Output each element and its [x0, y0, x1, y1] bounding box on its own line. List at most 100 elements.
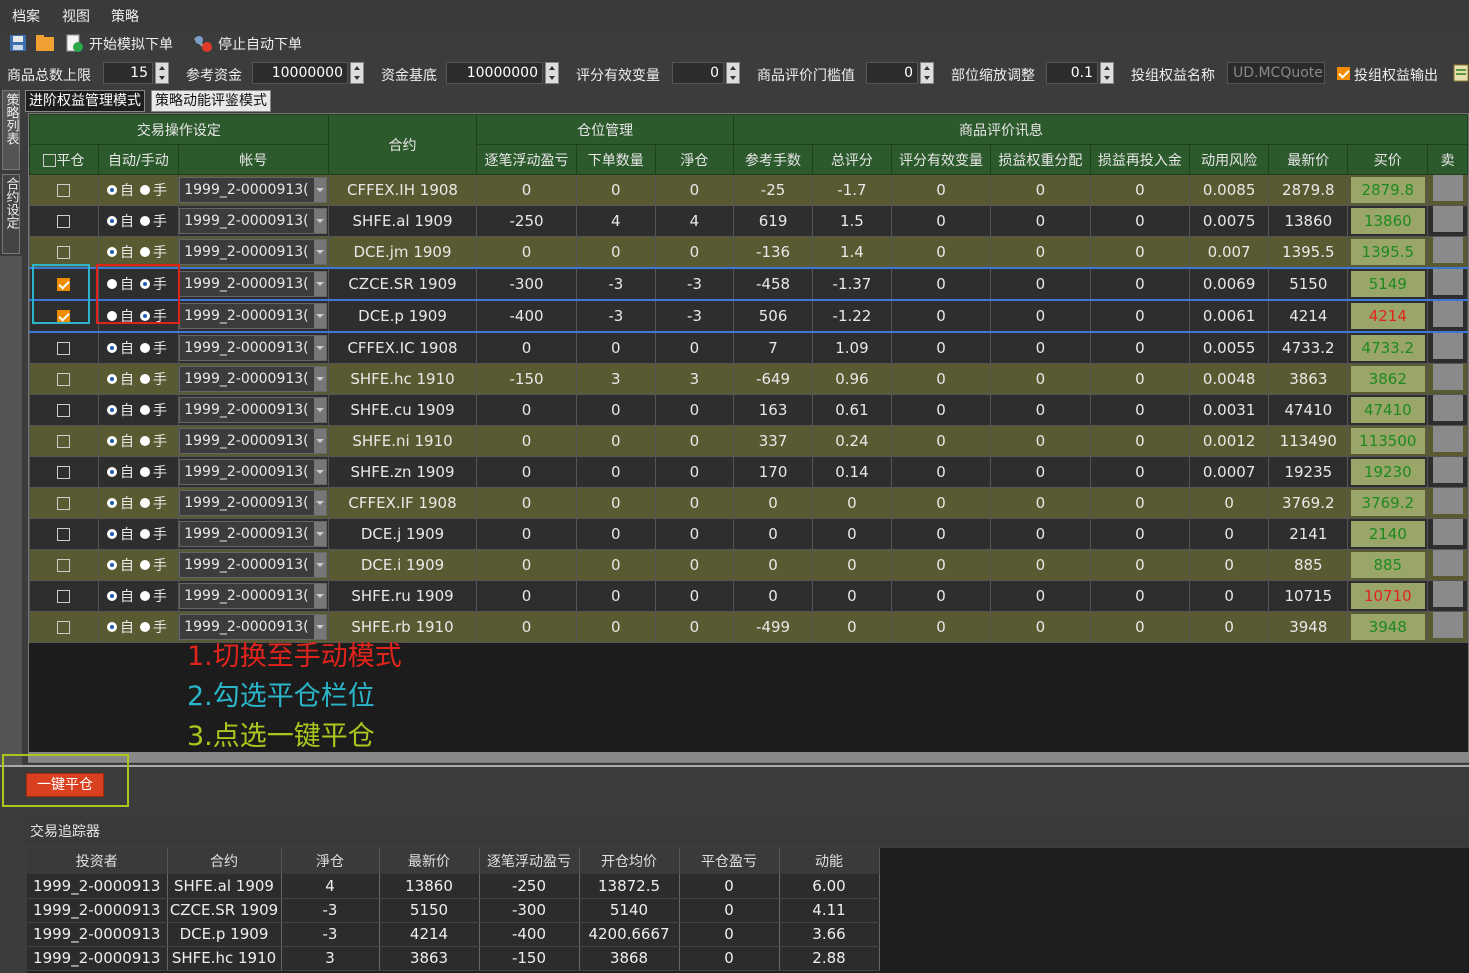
manual-radio[interactable]: [139, 529, 150, 539]
export-icon[interactable]: [1453, 64, 1469, 82]
order-qty-cell[interactable]: 0: [575, 487, 656, 519]
close-all-button[interactable]: 一键平仓: [26, 773, 104, 797]
bid-button[interactable]: 5149: [1350, 271, 1425, 297]
bid-button[interactable]: 3948: [1350, 614, 1425, 640]
menu-strategy[interactable]: 策略: [111, 6, 139, 26]
ref-lots-header[interactable]: 参考手数: [732, 144, 814, 175]
ask-button[interactable]: [1432, 302, 1463, 327]
grid-row[interactable]: 自手 1999_2-0000913(SHFE.zn 1909 0 0 0 170 0.14 0…: [29, 456, 1468, 488]
close-checkbox[interactable]: [57, 215, 71, 228]
close-checkbox[interactable]: [57, 621, 71, 634]
account-dropdown[interactable]: 1999_2-0000913(: [179, 335, 328, 361]
manual-radio[interactable]: [139, 467, 150, 477]
tracker-header[interactable]: 合约: [167, 848, 282, 874]
chevron-down-icon[interactable]: [314, 240, 327, 264]
chevron-down-icon[interactable]: [314, 272, 327, 296]
grid-row[interactable]: 自手 1999_2-0000913(SHFE.hc 1910 -150 3 3 -649 0…: [29, 363, 1468, 395]
close-checkbox[interactable]: [57, 373, 71, 386]
order-qty-header[interactable]: 下单数量: [575, 144, 656, 175]
ask-button[interactable]: [1432, 270, 1463, 295]
bid-button[interactable]: 113500: [1350, 428, 1425, 454]
close-checkbox[interactable]: [57, 246, 71, 259]
grid-row[interactable]: 自手 1999_2-0000913(SHFE.al 1909 -250 4 4 619 1.…: [29, 205, 1468, 237]
manual-radio[interactable]: [139, 216, 150, 226]
auto-radio[interactable]: [106, 622, 117, 632]
ask-button[interactable]: [1432, 612, 1463, 638]
strategy-list-tab[interactable]: 策略列表: [2, 90, 20, 170]
ask-button[interactable]: [1432, 333, 1463, 359]
chevron-down-icon[interactable]: [314, 460, 327, 484]
order-qty-cell[interactable]: 0: [575, 394, 656, 426]
close-checkbox[interactable]: [57, 497, 71, 510]
grid-row[interactable]: 自手 1999_2-0000913(SHFE.cu 1909 0 0 0 163 0.61 0…: [29, 394, 1468, 426]
manual-radio[interactable]: [139, 343, 150, 353]
grid-row[interactable]: 自手 1999_2-0000913(CFFEX.IF 1908 0 0 0 0 0 0 0 0 0 3…: [29, 487, 1468, 519]
close-checkbox[interactable]: [57, 342, 71, 355]
auto-radio[interactable]: [106, 529, 117, 539]
tracker-header[interactable]: 动能: [779, 848, 880, 874]
account-dropdown[interactable]: 1999_2-0000913(: [179, 208, 328, 234]
ref-capital-spinner[interactable]: [350, 62, 364, 84]
order-qty-cell[interactable]: -3: [575, 299, 656, 333]
bid-button[interactable]: 885: [1350, 552, 1425, 578]
close-checkbox[interactable]: [57, 590, 71, 603]
contract-settings-tab[interactable]: 合约设定: [2, 174, 20, 254]
bid-button[interactable]: 2140: [1350, 521, 1425, 547]
ask-button[interactable]: [1432, 488, 1463, 514]
account-dropdown[interactable]: 1999_2-0000913(: [179, 583, 328, 609]
auto-radio[interactable]: [106, 560, 117, 570]
account-dropdown[interactable]: 1999_2-0000913(: [179, 459, 328, 485]
ask-button[interactable]: [1432, 395, 1463, 421]
threshold-spinner[interactable]: [920, 62, 934, 84]
total-limit-input[interactable]: 15: [103, 62, 153, 84]
auto-radio[interactable]: [106, 343, 117, 353]
ask-button[interactable]: [1432, 364, 1463, 390]
float-pnl-header[interactable]: 逐笔浮动盈亏: [476, 144, 577, 175]
chevron-down-icon[interactable]: [314, 178, 327, 202]
grid-row[interactable]: 自手 1999_2-0000913(DCE.jm 1909 0 0 0 -136 1.4 0 0…: [29, 236, 1468, 269]
tracker-header[interactable]: 最新价: [379, 848, 480, 874]
close-checkbox[interactable]: [57, 528, 71, 541]
order-qty-cell[interactable]: 0: [575, 549, 656, 581]
stop-auto-button[interactable]: 停止自动下单: [218, 34, 302, 54]
ask-button[interactable]: [1432, 457, 1463, 483]
ask-button[interactable]: [1432, 550, 1463, 576]
tracker-header[interactable]: 逐笔浮动盈亏: [479, 848, 580, 874]
grid-row[interactable]: 自手 1999_2-0000913(DCE.j 1909 0 0 0 0 0 0 0 0 0 2141…: [29, 518, 1468, 550]
close-header[interactable]: 平仓: [29, 144, 99, 175]
score-var-header[interactable]: 评分有效变量: [890, 144, 992, 175]
threshold-input[interactable]: 0: [866, 62, 918, 84]
grid-row[interactable]: 自手 1999_2-0000913(CFFEX.IC 1908 0 0 0 7 1.09 0 0…: [29, 331, 1468, 364]
bid-button[interactable]: 19230: [1350, 459, 1425, 485]
grid-row[interactable]: 自手 1999_2-0000913(SHFE.ni 1910 0 0 0 337 0.24 0…: [29, 425, 1468, 457]
auto-radio[interactable]: [106, 216, 117, 226]
account-dropdown[interactable]: 1999_2-0000913(: [179, 239, 328, 265]
save-icon[interactable]: [8, 34, 28, 52]
auto-radio[interactable]: [106, 498, 117, 508]
auto-radio[interactable]: [106, 467, 117, 477]
contract-header[interactable]: 合约: [327, 114, 478, 175]
scale-input[interactable]: 0.1: [1046, 62, 1098, 84]
ref-capital-input[interactable]: 10000000: [252, 62, 348, 84]
tab-advanced-mode[interactable]: 进阶权益管理模式: [25, 90, 145, 112]
capital-base-spinner[interactable]: [545, 62, 559, 84]
grid-horizontal-scrollbar[interactable]: [28, 752, 1469, 762]
total-limit-spinner[interactable]: [155, 62, 169, 84]
account-header[interactable]: 帐号: [177, 144, 329, 175]
tracker-row[interactable]: 1999_2-0000913 SHFE.hc 1910 3 3863 -150 3868 0…: [27, 946, 880, 971]
risk-header[interactable]: 动用风险: [1189, 144, 1270, 175]
ask-button[interactable]: [1432, 237, 1463, 263]
account-dropdown[interactable]: 1999_2-0000913(: [179, 177, 328, 203]
order-qty-cell[interactable]: 0: [575, 331, 656, 364]
order-qty-cell[interactable]: 0: [575, 611, 656, 643]
bid-button[interactable]: 3769.2: [1350, 490, 1425, 516]
mode-header[interactable]: 自动/手动: [97, 144, 179, 175]
close-checkbox[interactable]: [57, 184, 71, 197]
chevron-down-icon[interactable]: [314, 304, 327, 328]
close-checkbox[interactable]: [57, 559, 71, 572]
scale-spinner[interactable]: [1100, 62, 1114, 84]
folder-icon[interactable]: [35, 34, 55, 52]
chevron-down-icon[interactable]: [314, 336, 327, 360]
account-dropdown[interactable]: 1999_2-0000913(: [179, 521, 328, 547]
chevron-down-icon[interactable]: [314, 491, 327, 515]
